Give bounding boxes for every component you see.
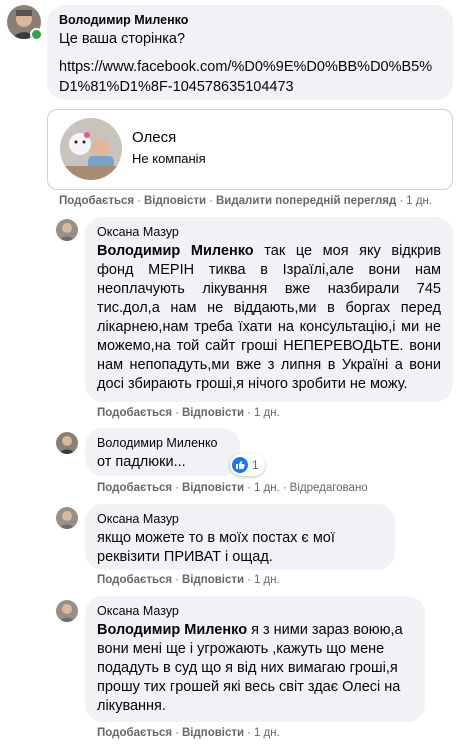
link-preview-card[interactable]: Олеся Не компанія <box>47 109 453 190</box>
comment-text: Володимир Миленко так це моя яку відкрив… <box>97 243 442 392</box>
like-button[interactable]: Подобається <box>59 195 134 207</box>
reply-button[interactable]: Відповісти <box>182 407 244 419</box>
comment-actions: Подобається · Відповісти · 1 дн. · Відредагова… <box>97 482 368 494</box>
avatar-oksana[interactable] <box>56 600 78 622</box>
comment-text: якщо можете то в моїх постах є мої рекві… <box>97 530 335 565</box>
avatar-oksana[interactable] <box>56 507 78 529</box>
comment-text: Це ваша сторінка? <box>59 31 186 47</box>
comment-actions: Подобається · Відповісти · 1 дн. <box>97 727 280 739</box>
comment-author[interactable]: Володимир Миленко <box>97 436 228 450</box>
comment-actions: Подобається · Відповісти · Видалити попередн… <box>59 195 433 207</box>
like-icon <box>232 457 248 473</box>
avatar-oksana[interactable] <box>56 219 78 241</box>
timestamp[interactable]: 1 дн. <box>254 727 280 739</box>
comment-bubble: Володимир Миленко Це ваша сторінка? http… <box>47 5 453 100</box>
preview-image <box>60 118 122 180</box>
mention-link[interactable]: Володимир Миленко <box>97 243 254 259</box>
comment-text: от падлюки... <box>97 454 186 470</box>
comment-actions: Подобається · Відповісти · 1 дн. <box>97 407 280 419</box>
online-status-dot <box>30 28 43 41</box>
like-button[interactable]: Подобається <box>97 407 172 419</box>
like-button[interactable]: Подобається <box>97 574 172 586</box>
comment-text: Володимир Миленко я з ними зараз воюю,а … <box>97 622 403 714</box>
remove-preview-button[interactable]: Видалити попередній перегляд <box>216 195 396 207</box>
preview-title[interactable]: Олеся <box>132 129 176 146</box>
reply-button[interactable]: Відповісти <box>182 574 244 586</box>
reply-button[interactable]: Відповісти <box>182 482 244 494</box>
avatar-volodymyr[interactable] <box>56 432 78 454</box>
timestamp[interactable]: 1 дн. <box>406 195 432 207</box>
reply-button[interactable]: Відповісти <box>144 195 206 207</box>
timestamp[interactable]: 1 дн. <box>254 574 280 586</box>
reaction-count: 1 <box>252 458 259 472</box>
comment-author[interactable]: Оксана Мазур <box>97 225 441 239</box>
comment-author[interactable]: Володимир Миленко <box>59 13 441 27</box>
comment-bubble: Оксана Мазур якщо можете то в моїх поста… <box>85 504 395 570</box>
comment-actions: Подобається · Відповісти · 1 дн. <box>97 574 280 586</box>
like-button[interactable]: Подобається <box>97 727 172 739</box>
timestamp[interactable]: 1 дн. <box>254 482 280 494</box>
like-button[interactable]: Подобається <box>97 482 172 494</box>
comment-link[interactable]: https://www.facebook.com/%D0%9E%D0%BB%D0… <box>59 57 441 97</box>
mention-link[interactable]: Володимир Миленко <box>97 622 247 638</box>
preview-subtitle: Не компанія <box>132 151 206 166</box>
reply-button[interactable]: Відповісти <box>182 727 244 739</box>
comment-author[interactable]: Оксана Мазур <box>97 512 383 526</box>
comment-bubble: Оксана Мазур Володимир Миленко так це мо… <box>85 217 453 402</box>
comment-bubble: Оксана Мазур Володимир Миленко я з ними … <box>85 596 425 722</box>
timestamp[interactable]: 1 дн. <box>254 407 280 419</box>
edited-label[interactable]: Відредаговано <box>290 482 368 494</box>
comment-author[interactable]: Оксана Мазур <box>97 604 413 618</box>
comment-bubble: Володимир Миленко от падлюки... <box>85 428 240 476</box>
reaction-summary[interactable]: 1 <box>230 454 265 476</box>
